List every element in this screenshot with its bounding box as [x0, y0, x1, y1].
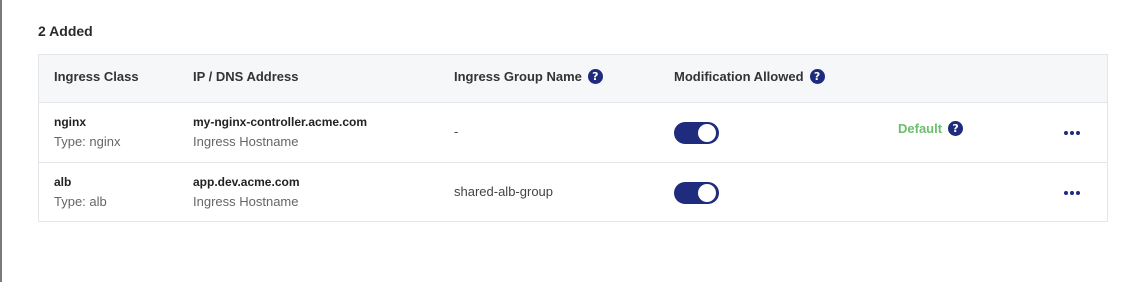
group-name-value: shared-alb-group: [454, 184, 554, 199]
ingress-class-name: alb: [54, 175, 72, 189]
table-header: Ingress Class IP / DNS Address Ingress G…: [39, 55, 1107, 103]
modification-help-icon[interactable]: ?: [809, 69, 825, 84]
header-modification: Modification Allowed ?: [674, 69, 825, 84]
group-name-help-icon[interactable]: ?: [587, 69, 603, 84]
added-count-title: 2 Added: [38, 23, 93, 39]
more-horizontal-icon: [1064, 131, 1068, 135]
address-value: app.dev.acme.com: [193, 175, 300, 189]
toggle-knob: [698, 124, 716, 142]
address-type: Ingress Hostname: [193, 134, 299, 149]
left-panel-border: [0, 0, 2, 282]
table-row: nginx Type: nginx my-nginx-controller.ac…: [39, 103, 1107, 163]
header-ingress-class-label: Ingress Class: [54, 69, 139, 84]
header-group-name-label: Ingress Group Name: [454, 69, 582, 84]
ingress-table: Ingress Class IP / DNS Address Ingress G…: [38, 54, 1108, 222]
address-value: my-nginx-controller.acme.com: [193, 115, 368, 129]
header-ingress-class: Ingress Class: [54, 69, 139, 84]
address-cell: app.dev.acme.com Ingress Hostname: [193, 175, 300, 209]
address-type: Ingress Hostname: [193, 194, 299, 209]
more-horizontal-icon: [1064, 191, 1068, 195]
ingress-class-cell: alb Type: alb: [54, 175, 107, 209]
table-row: alb Type: alb app.dev.acme.com Ingress H…: [39, 163, 1107, 223]
row-more-options-button[interactable]: [1060, 125, 1084, 141]
header-modification-label: Modification Allowed: [674, 69, 804, 84]
modification-toggle[interactable]: [674, 122, 719, 144]
ingress-class-type: Type: alb: [54, 194, 107, 209]
default-label: Default: [898, 121, 943, 136]
toggle-knob: [698, 184, 716, 202]
ingress-class-cell: nginx Type: nginx: [54, 115, 121, 149]
group-name-value: -: [454, 124, 459, 139]
ingress-class-name: nginx: [54, 115, 86, 129]
address-cell: my-nginx-controller.acme.com Ingress Hos…: [193, 115, 367, 149]
ingress-class-type: Type: nginx: [54, 134, 121, 149]
header-address-label: IP / DNS Address: [193, 69, 299, 84]
row-more-options-button[interactable]: [1060, 185, 1084, 201]
default-indicator: Default ?: [898, 121, 964, 136]
modification-toggle[interactable]: [674, 182, 719, 204]
header-address: IP / DNS Address: [193, 69, 298, 84]
default-help-icon[interactable]: ?: [948, 121, 964, 136]
header-group-name: Ingress Group Name ?: [454, 69, 603, 84]
